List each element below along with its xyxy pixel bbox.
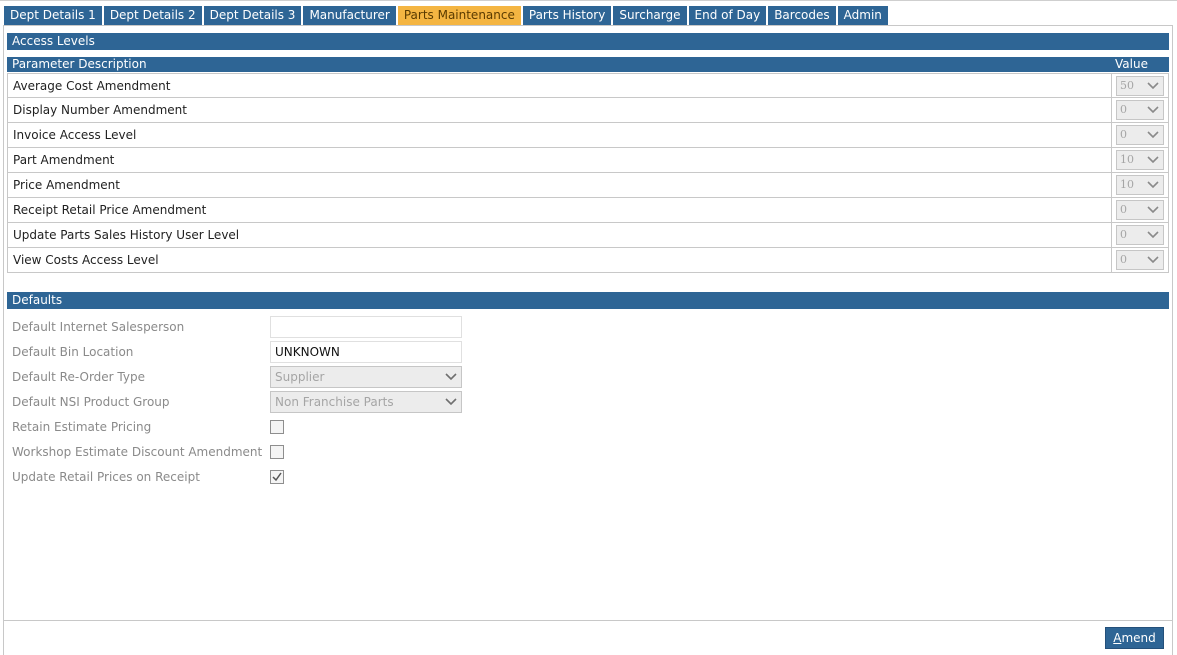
workshop-estimate-discount-label: Workshop Estimate Discount Amendment: [12, 445, 263, 459]
tab-barcodes[interactable]: Barcodes: [768, 6, 836, 25]
table-row: Part Amendment 10: [7, 148, 1169, 173]
table-row: Invoice Access Level 0: [7, 123, 1169, 148]
row-label: Price Amendment: [13, 178, 120, 192]
value-column-label: Value: [1115, 57, 1148, 71]
tab-dept-details-2[interactable]: Dept Details 2: [103, 6, 202, 25]
tab-surcharge[interactable]: Surcharge: [613, 6, 687, 25]
value-select-text: 0: [1120, 128, 1127, 141]
table-row: Average Cost Amendment 50: [7, 73, 1169, 98]
value-select[interactable]: 0: [1116, 250, 1164, 270]
value-select[interactable]: 10: [1116, 175, 1164, 195]
retain-estimate-pricing-label: Retain Estimate Pricing: [12, 420, 152, 434]
nsi-product-group-select[interactable]: Non Franchise Parts: [270, 391, 462, 413]
row-label: Receipt Retail Price Amendment: [13, 203, 207, 217]
value-select[interactable]: 0: [1116, 200, 1164, 220]
value-select-text: 10: [1120, 153, 1134, 166]
internet-salesperson-label: Default Internet Salesperson: [12, 320, 185, 334]
nsi-product-group-value: Non Franchise Parts: [275, 395, 394, 409]
value-select[interactable]: 0: [1116, 100, 1164, 120]
tab-end-of-day[interactable]: End of Day: [688, 6, 767, 25]
value-select[interactable]: 0: [1116, 225, 1164, 245]
table-row: Price Amendment 10: [7, 173, 1169, 198]
table-row: Display Number Amendment 0: [7, 98, 1169, 123]
chevron-down-icon: [1147, 256, 1159, 264]
tab-parts-history[interactable]: Parts History: [522, 6, 612, 25]
tab-admin[interactable]: Admin: [837, 6, 888, 25]
value-select[interactable]: 0: [1116, 125, 1164, 145]
row-label: Invoice Access Level: [13, 128, 137, 142]
value-select-text: 0: [1120, 103, 1127, 116]
tab-dept-details-1[interactable]: Dept Details 1: [4, 6, 102, 25]
nsi-product-group-label: Default NSI Product Group: [12, 395, 170, 409]
defaults-header: Defaults: [7, 292, 1169, 309]
value-select[interactable]: 50: [1116, 76, 1164, 96]
tab-dept-details-3[interactable]: Dept Details 3: [203, 6, 302, 25]
workshop-estimate-discount-checkbox[interactable]: [270, 445, 284, 459]
tab-manufacturer[interactable]: Manufacturer: [303, 6, 396, 25]
tab-parts-maintenance[interactable]: Parts Maintenance: [397, 6, 521, 25]
top-border: [0, 0, 1177, 1]
row-label: Part Amendment: [13, 153, 115, 167]
chevron-down-icon: [1147, 82, 1159, 90]
footer-divider: [4, 620, 1172, 621]
table-row: Receipt Retail Price Amendment 0: [7, 198, 1169, 223]
chevron-down-icon: [1147, 206, 1159, 214]
value-select-text: 10: [1120, 178, 1134, 191]
chevron-down-icon: [1147, 156, 1159, 164]
update-retail-prices-checkbox[interactable]: [270, 470, 284, 484]
chevron-down-icon: [445, 398, 457, 406]
check-icon: [272, 472, 282, 482]
row-label: View Costs Access Level: [13, 253, 159, 267]
table-row: Update Parts Sales History User Level 0: [7, 223, 1169, 248]
access-levels-column-header: Parameter Description Value: [7, 57, 1169, 72]
row-label: Average Cost Amendment: [13, 79, 171, 93]
chevron-down-icon: [1147, 106, 1159, 114]
value-select-text: 50: [1120, 79, 1134, 92]
row-label: Display Number Amendment: [13, 103, 187, 117]
row-label: Update Parts Sales History User Level: [13, 228, 240, 242]
update-retail-prices-label: Update Retail Prices on Receipt: [12, 470, 200, 484]
tab-bar: Dept Details 1 Dept Details 2 Dept Detai…: [4, 6, 890, 25]
internet-salesperson-input[interactable]: [270, 316, 462, 338]
chevron-down-icon: [1147, 131, 1159, 139]
access-levels-table: Average Cost Amendment 50 Display Number…: [7, 73, 1169, 273]
bin-location-input[interactable]: UNKNOWN: [270, 341, 462, 363]
retain-estimate-pricing-checkbox[interactable]: [270, 420, 284, 434]
description-column-label: Parameter Description: [12, 57, 147, 71]
value-select-text: 0: [1120, 228, 1127, 241]
value-select-text: 0: [1120, 203, 1127, 216]
chevron-down-icon: [445, 373, 457, 381]
reorder-type-label: Default Re-Order Type: [12, 370, 145, 384]
reorder-type-select[interactable]: Supplier: [270, 366, 462, 388]
access-levels-header: Access Levels: [7, 33, 1169, 50]
amend-button[interactable]: Amend: [1105, 627, 1164, 649]
value-select[interactable]: 10: [1116, 150, 1164, 170]
bin-location-label: Default Bin Location: [12, 345, 134, 359]
table-row: View Costs Access Level 0: [7, 248, 1169, 273]
chevron-down-icon: [1147, 231, 1159, 239]
value-select-text: 0: [1120, 253, 1127, 266]
amend-label: mend: [1121, 631, 1156, 645]
reorder-type-value: Supplier: [275, 370, 325, 384]
chevron-down-icon: [1147, 181, 1159, 189]
